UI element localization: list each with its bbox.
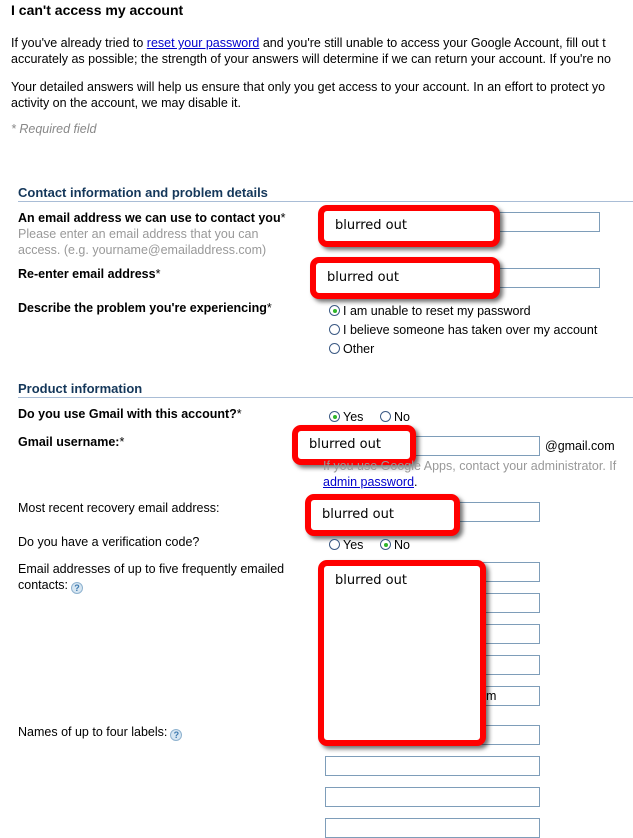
gmail-use-yes[interactable]: Yes <box>329 409 363 425</box>
contacts-label-line2: contacts:? <box>18 577 84 594</box>
radio-icon[interactable] <box>329 343 340 354</box>
redaction-email: blurred out <box>318 205 500 247</box>
radio-icon[interactable] <box>329 324 340 335</box>
radio-selected-icon[interactable] <box>329 305 340 316</box>
help-icon[interactable]: ? <box>170 729 183 741</box>
verification-no[interactable]: No <box>380 537 410 553</box>
reenter-email-label: Re-enter email address* <box>18 267 161 281</box>
section-heading-product: Product information <box>18 381 633 398</box>
email-label: An email address we can use to contact y… <box>18 211 286 225</box>
gmail-use-no[interactable]: No <box>380 409 410 425</box>
label-name-input-4[interactable] <box>325 818 540 838</box>
required-field-note: * Required field <box>11 122 97 136</box>
label-name-input-3[interactable] <box>325 787 540 807</box>
recovery-email-label: Most recent recovery email address: <box>18 501 220 515</box>
gmail-use-label: Do you use Gmail with this account?* <box>18 407 242 421</box>
redaction-contacts: blurred out <box>318 560 486 746</box>
intro-paragraph-2-line2: activity on the account, we may disable … <box>11 96 241 110</box>
problem-label: Describe the problem you're experiencing… <box>18 301 272 315</box>
radio-icon[interactable] <box>329 539 340 550</box>
radio-selected-icon[interactable] <box>329 411 340 422</box>
section-heading-contact: Contact information and problem details <box>18 185 633 202</box>
verification-yes[interactable]: Yes <box>329 537 363 553</box>
verification-code-label: Do you have a verification code? <box>18 535 200 549</box>
contacts-label-line1: Email addresses of up to five frequently… <box>18 562 285 576</box>
redaction-reenter-email: blurred out <box>310 257 500 299</box>
intro-paragraph-1: If you've already tried to reset your pa… <box>11 36 606 50</box>
radio-selected-icon[interactable] <box>380 539 391 550</box>
problem-option-reset[interactable]: I am unable to reset my password <box>329 303 531 319</box>
radio-icon[interactable] <box>380 411 391 422</box>
intro-paragraph-1-line2: accurately as possible; the strength of … <box>11 52 611 66</box>
admin-password-link[interactable]: admin password <box>323 475 414 489</box>
email-hint-line2: access. (e.g. yourname@emailaddress.com) <box>18 243 267 257</box>
gmail-username-label: Gmail username:* <box>18 435 125 449</box>
problem-option-takeover[interactable]: I believe someone has taken over my acco… <box>329 322 597 338</box>
admin-password-line: admin password. <box>323 475 418 489</box>
labels-label: Names of up to four labels:? <box>18 724 183 741</box>
redaction-recovery-email: blurred out <box>305 494 460 536</box>
problem-option-other[interactable]: Other <box>329 341 374 357</box>
email-hint-line1: Please enter an email address that you c… <box>18 227 259 241</box>
label-name-input-2[interactable] <box>325 756 540 776</box>
help-icon[interactable]: ? <box>71 582 84 594</box>
reset-password-link[interactable]: reset your password <box>147 36 260 50</box>
gmail-domain-suffix: @gmail.com <box>545 439 615 453</box>
page-title: I can't access my account <box>11 2 184 18</box>
google-apps-hint: If you use Google Apps, contact your adm… <box>323 459 617 473</box>
contact-email-partial-text: m <box>486 689 497 703</box>
intro-paragraph-2: Your detailed answers will help us ensur… <box>11 80 606 94</box>
